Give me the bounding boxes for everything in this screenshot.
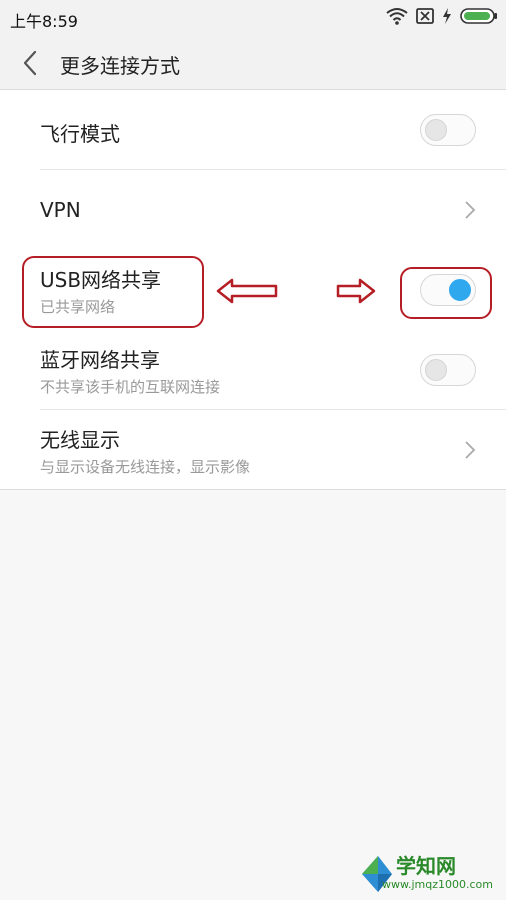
vpn-row[interactable]: VPN (0, 170, 506, 250)
bluetooth-tethering-subtitle: 不共享该手机的互联网连接 (40, 378, 221, 396)
wireless-display-subtitle: 与显示设备无线连接，显示影像 (40, 458, 251, 476)
battery-icon (460, 8, 497, 24)
bluetooth-tethering-toggle[interactable] (420, 354, 476, 386)
airplane-mode-row[interactable]: 飞行模式 (0, 90, 506, 170)
airplane-mode-label: 飞行模式 (40, 122, 120, 146)
toggle-knob (425, 359, 447, 381)
annotation-box-toggle (400, 267, 492, 319)
chevron-right-icon (465, 201, 476, 219)
airplane-mode-toggle[interactable] (420, 114, 476, 146)
chevron-right-icon (465, 441, 476, 459)
wireless-display-row[interactable]: 无线显示 与显示设备无线连接，显示影像 (0, 410, 506, 490)
right-arrow-icon (336, 278, 376, 304)
back-arrow-icon[interactable] (16, 48, 46, 78)
status-bar: 上午8:59 (0, 0, 506, 36)
bluetooth-tethering-row[interactable]: 蓝牙网络共享 不共享该手机的互联网连接 (0, 330, 506, 410)
charging-icon (443, 8, 451, 24)
sim-disabled-icon (416, 8, 434, 24)
left-arrow-icon (216, 278, 278, 304)
status-icons (386, 7, 498, 25)
status-time: 上午8:59 (10, 12, 78, 31)
watermark-title: 学知网 (396, 854, 456, 878)
watermark: 学知网 www.jmqz1000.com (360, 850, 506, 900)
page-title: 更多连接方式 (60, 54, 180, 78)
toggle-knob (425, 119, 447, 141)
wireless-display-label: 无线显示 (40, 428, 120, 452)
bluetooth-tethering-label: 蓝牙网络共享 (40, 348, 160, 372)
watermark-url: www.jmqz1000.com (382, 878, 493, 891)
vpn-label: VPN (40, 198, 81, 222)
annotation-box-label (22, 256, 204, 328)
wifi-icon (386, 8, 408, 25)
nav-bar: 更多连接方式 (0, 36, 506, 90)
